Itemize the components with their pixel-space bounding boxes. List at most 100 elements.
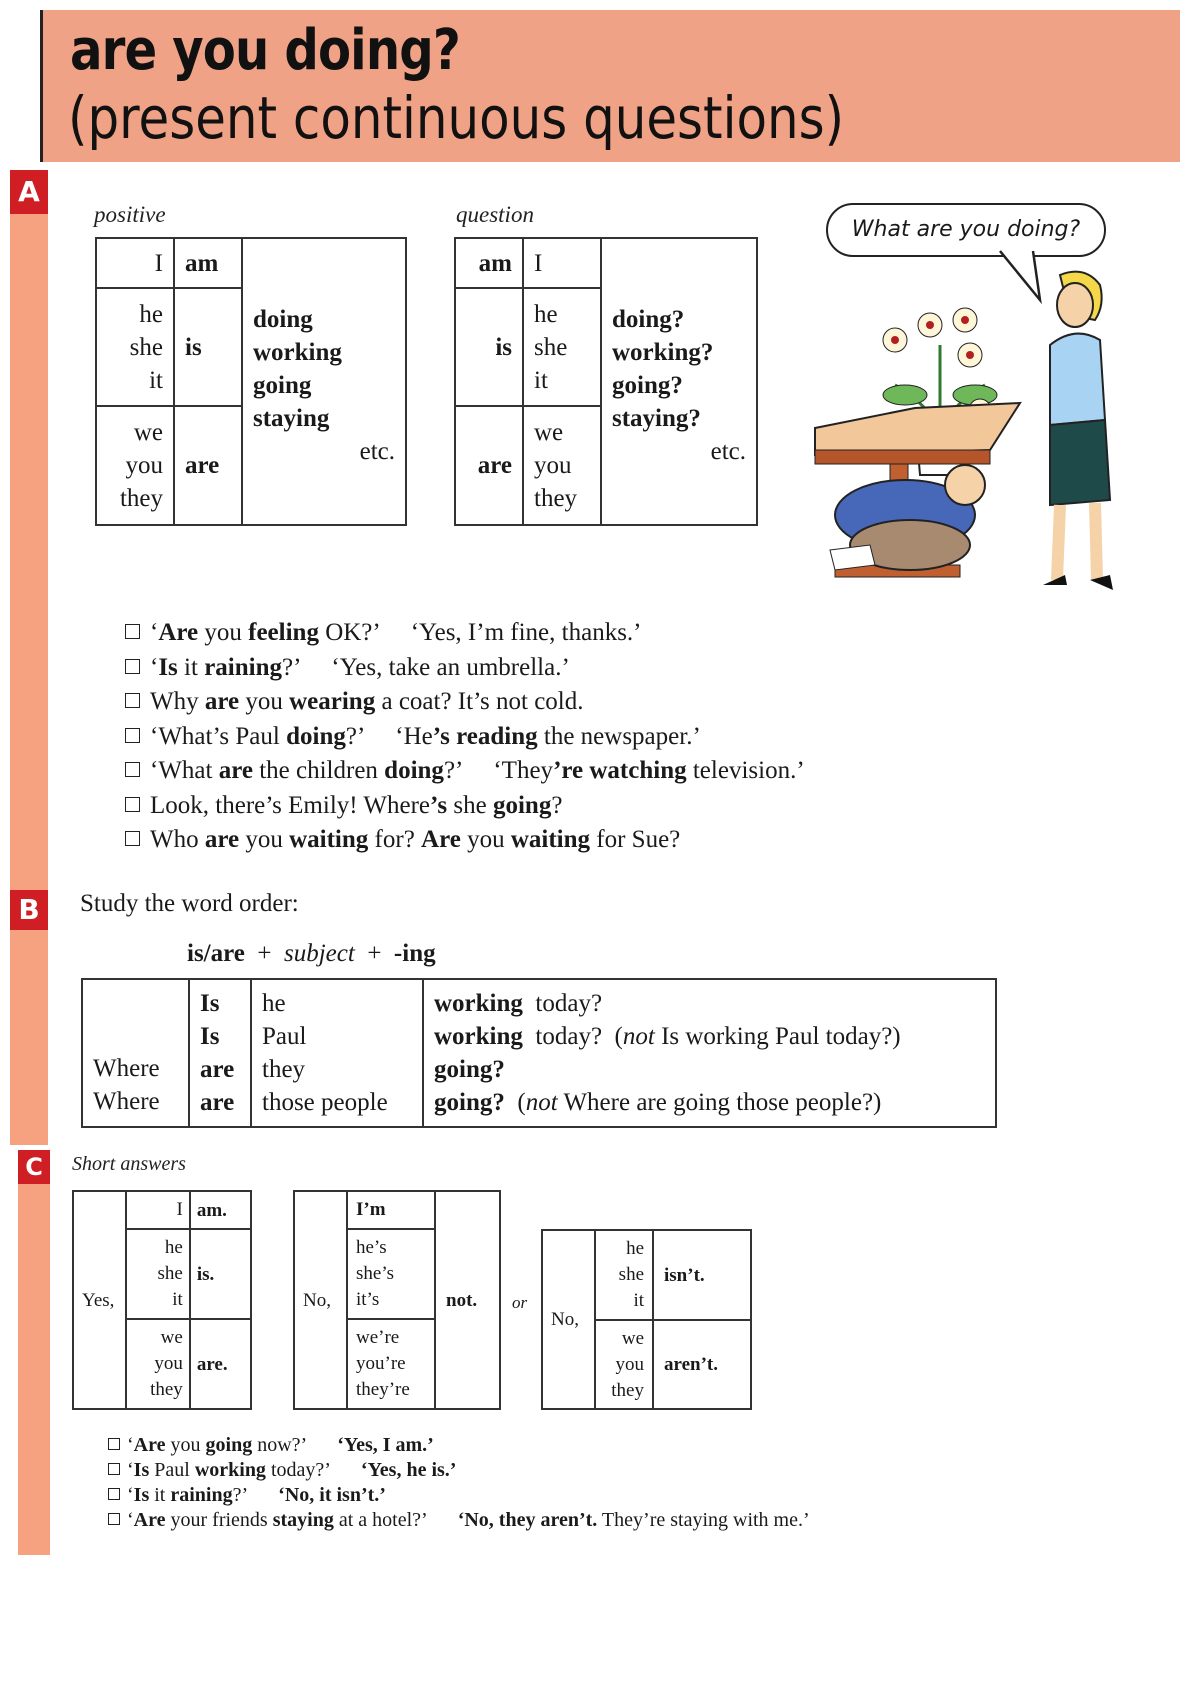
example-sentence: ‘What are the children doing?’ ‘They’re w… [125, 754, 805, 789]
incorrect-note: Is working Paul today?) [661, 1023, 901, 1050]
question-subject-we-you-they: we you they [522, 405, 602, 526]
positive-subject-he-she-it: he she it [95, 287, 175, 407]
emphasis-text: are [204, 688, 240, 715]
text: today?’ [265, 1459, 331, 1481]
hiding-man-icon [829, 464, 986, 571]
text: ‘Yes, I’m fine, thanks.’ [410, 619, 642, 646]
text: you [198, 619, 249, 646]
word-order-verb: are [200, 1089, 235, 1116]
text: Look, there’s Emily! Where [150, 791, 431, 819]
text: ‘ [127, 1434, 134, 1456]
positive-ing-doing: doing [253, 306, 313, 333]
section-c-examples: ‘Are you going now?’ ‘Yes, I am.’ ‘Is Paul… [108, 1433, 810, 1533]
section-a-strip [10, 170, 48, 610]
positive-verb-is: is [173, 287, 243, 407]
section-c-strip [18, 1150, 50, 1555]
word-order-verb: are [200, 1056, 235, 1083]
question-table: am I doing? working? going? staying? etc… [454, 237, 758, 526]
formula-plus-1: + [257, 940, 272, 967]
emphasis-text: waiting [289, 826, 369, 853]
no-tail: not. [434, 1190, 501, 1410]
text: ‘ [127, 1484, 134, 1506]
ing-form: going? [434, 1089, 505, 1116]
text: for Sue? [590, 826, 681, 853]
emphasis-text: Are [133, 1434, 166, 1456]
no-table: No, I’m not. he’s she’s it’s we’re you’r… [293, 1190, 501, 1410]
word-order-ing-col: working today? working today? (not Is wo… [422, 978, 997, 1128]
yes-verb: am. [188, 1190, 253, 1230]
text: Paul [149, 1459, 195, 1481]
example-sentence: Why are you wearing a coat? It’s not col… [125, 685, 805, 720]
text: it [149, 1484, 171, 1506]
bullet-box-icon [125, 693, 140, 708]
text: television.’ [686, 757, 805, 784]
text: ?’ [282, 653, 302, 681]
emphasis-text: working [194, 1459, 266, 1481]
or-label: or [512, 1293, 528, 1312]
yes-subject: we you they [125, 1318, 191, 1410]
formula-ing: -ing [393, 940, 436, 967]
no-contracted-table: No, he she it isn’t. we you they aren’t. [541, 1229, 752, 1410]
not-label: not [622, 1023, 655, 1050]
emphasis-text: ‘No, it isn’t.’ [278, 1484, 386, 1506]
question-verb-is: is [454, 287, 524, 407]
positive-subject-we-you-they: we you they [95, 405, 175, 526]
section-c-label: C [18, 1150, 50, 1184]
example-sentence: ‘Are you feeling OK?’ ‘Yes, I’m fine, tha… [125, 616, 805, 651]
emphasis-text: going [492, 791, 552, 819]
emphasis-text: staying [272, 1509, 334, 1531]
example-sentence: Who are you waiting for? Are you waiting… [125, 823, 805, 858]
yes-lead: Yes, [72, 1190, 127, 1410]
emphasis-text: raining [204, 653, 282, 681]
text: OK?’ [318, 619, 381, 646]
word-order-subject: those people [262, 1089, 388, 1116]
section-b-strip [10, 910, 48, 1145]
example-sentence: ‘Is it raining?’ ‘No, it isn’t.’ [108, 1483, 810, 1508]
word-order-row: working today? [434, 987, 985, 1020]
text: Why [150, 688, 205, 715]
word-order-subject-col: he Paul they those people [250, 978, 424, 1128]
ing-form: working [434, 990, 523, 1017]
emphasis-text: Is [133, 1459, 150, 1481]
text: for? [368, 826, 422, 853]
text: now?’ [252, 1434, 308, 1456]
word-order-row: working today? (not Is working Paul toda… [434, 1023, 901, 1050]
text: ‘They [493, 757, 554, 784]
emphasis-text: waiting [510, 826, 591, 853]
example-sentence: Look, there’s Emily! Where’s she going? [125, 789, 805, 824]
emphasis-text: ‘Yes, he is.’ [360, 1459, 457, 1481]
bullet-box-icon [108, 1463, 120, 1475]
emphasis-text: ’s [430, 791, 448, 819]
formula-plus-2: + [367, 940, 382, 967]
section-a-examples: ‘Are you feeling OK?’ ‘Yes, I’m fine, tha… [125, 616, 805, 858]
text: you [239, 688, 290, 715]
emphasis-text: Are [158, 619, 199, 646]
text: They’re staying with me.’ [597, 1509, 810, 1531]
word-order-subject: he [262, 990, 286, 1017]
example-sentence: ‘What’s Paul doing?’ ‘He’s reading the ne… [125, 720, 805, 755]
word-order-wh-col: Where Where [81, 978, 190, 1128]
text: the children [252, 757, 385, 784]
woman-icon [1043, 270, 1113, 590]
section-a-strip-lower [10, 610, 48, 910]
ing-form: working [434, 1023, 523, 1050]
yes-verb: is. [188, 1228, 253, 1320]
question-ing-cell: doing? working? going? staying? etc. [600, 237, 758, 526]
no-subject: I’m [346, 1190, 436, 1230]
text: ‘What’s Paul [150, 722, 287, 750]
text: your friends [165, 1509, 273, 1531]
word-order-table: Where Where Is Is are are he Paul they t… [81, 978, 997, 1128]
rest: today? [535, 990, 603, 1017]
bullet-box-icon [125, 831, 140, 846]
yes-subject: he she it [125, 1228, 191, 1320]
question-verb-am: am [454, 237, 524, 289]
word-order-row: going? (not Where are going those people… [434, 1089, 882, 1116]
example-sentence: ‘Are you going now?’ ‘Yes, I am.’ [108, 1433, 810, 1458]
positive-etc: etc. [359, 438, 395, 465]
word-order-subject: Paul [262, 1023, 307, 1050]
no2-subject: we you they [594, 1319, 654, 1410]
positive-verb-are: are [173, 405, 243, 526]
example-sentence: ‘Are your friends staying at a hotel?’ ‘N… [108, 1508, 810, 1533]
positive-ing-cell: doing working going staying etc. [241, 237, 407, 526]
question-verb-are: are [454, 405, 524, 526]
